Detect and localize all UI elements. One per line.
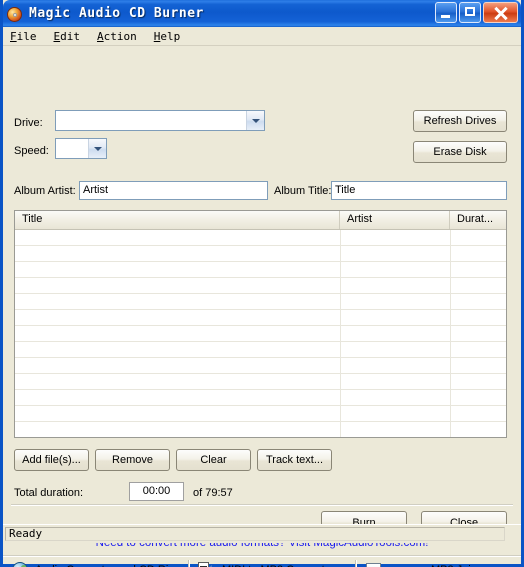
window-frame: Magic Audio CD Burner File Edit Action H… — [0, 0, 524, 567]
minimize-button[interactable] — [435, 2, 457, 23]
track-list-empty-row — [15, 326, 506, 342]
album-artist-input[interactable]: Artist — [79, 181, 268, 200]
speed-label: Speed: — [14, 145, 49, 157]
track-list-empty-row — [15, 230, 506, 246]
clear-button[interactable]: Clear — [176, 449, 251, 471]
menu-help[interactable]: Help — [154, 29, 190, 44]
track-list-empty-row — [15, 246, 506, 262]
column-header-duration[interactable]: Durat... — [450, 211, 506, 229]
menu-file[interactable]: File — [10, 29, 46, 44]
total-duration-max: of 79:57 — [193, 487, 233, 499]
status-text: Ready — [5, 527, 505, 541]
track-list-empty-row — [15, 310, 506, 326]
status-bar: Ready — [3, 524, 521, 543]
cd-disc-icon — [7, 6, 23, 22]
menu-bar: File Edit Action Help — [3, 27, 521, 46]
maximize-button[interactable] — [459, 2, 481, 23]
chevron-down-icon[interactable] — [246, 111, 264, 130]
track-list-empty-row — [15, 406, 506, 422]
globe-cd-icon — [11, 561, 29, 567]
track-list-empty-row — [15, 422, 506, 437]
album-artist-label: Album Artist: — [14, 185, 76, 197]
track-list[interactable]: Title Artist Durat... — [14, 210, 507, 438]
menu-action[interactable]: Action — [97, 29, 146, 44]
close-window-button[interactable] — [483, 2, 518, 23]
menu-file-rest: ile — [16, 29, 37, 43]
track-list-empty-row — [15, 294, 506, 310]
erase-disk-button[interactable]: Erase Disk — [413, 141, 507, 163]
track-list-empty-row — [15, 374, 506, 390]
album-title-input[interactable]: Title — [331, 181, 507, 200]
window-title: Magic Audio CD Burner — [29, 6, 204, 21]
track-list-body[interactable] — [15, 230, 506, 437]
speed-combobox[interactable] — [55, 138, 107, 159]
track-list-empty-row — [15, 342, 506, 358]
client-area: Drive: Speed: Refresh Drives Erase Disk … — [3, 46, 521, 567]
divider — [11, 504, 513, 506]
album-title-label: Album Title: — [274, 185, 332, 197]
track-list-empty-row — [15, 358, 506, 374]
refresh-drives-button[interactable]: Refresh Drives — [413, 110, 507, 132]
track-list-empty-row — [15, 390, 506, 406]
column-header-artist[interactable]: Artist — [340, 211, 450, 229]
caption-buttons — [435, 2, 518, 23]
mp3-joiner-icon — [365, 561, 383, 567]
track-list-empty-row — [15, 262, 506, 278]
menu-edit[interactable]: Edit — [54, 29, 90, 44]
add-files-button[interactable]: Add file(s)... — [14, 449, 89, 471]
column-header-title[interactable]: Title — [15, 211, 340, 229]
title-bar: Magic Audio CD Burner — [3, 0, 521, 27]
column-divider-artist — [340, 230, 341, 437]
column-divider-duration — [450, 230, 451, 437]
drive-combobox[interactable] — [55, 110, 265, 131]
chevron-down-icon[interactable] — [88, 139, 106, 158]
menu-action-rest: ction — [103, 29, 137, 43]
menu-file-accel: F — [10, 29, 17, 43]
menu-edit-rest: dit — [60, 29, 80, 43]
midi-speaker-icon — [198, 561, 216, 567]
remove-button[interactable]: Remove — [95, 449, 170, 471]
product-link-midi-converter[interactable]: MIDI to MP3 Converter — [190, 557, 355, 567]
application-window: Magic Audio CD Burner File Edit Action H… — [0, 0, 524, 567]
resize-grip-icon[interactable] — [505, 527, 519, 541]
track-text-button[interactable]: Track text... — [257, 449, 332, 471]
menu-action-accel: A — [97, 29, 104, 43]
menu-help-rest: elp — [160, 29, 181, 43]
track-list-header: Title Artist Durat... — [15, 211, 506, 230]
product-links-bar: Audio Converter and CD Ripper MIDI to MP… — [3, 557, 521, 567]
drive-label: Drive: — [14, 117, 43, 129]
product-link-audio-converter[interactable]: Audio Converter and CD Ripper — [3, 557, 190, 567]
product-link-mp3-joiner[interactable]: MP3 Joiner — [357, 557, 521, 567]
track-list-empty-row — [15, 278, 506, 294]
total-duration-value: 00:00 — [129, 482, 184, 501]
total-duration-label: Total duration: — [14, 487, 84, 499]
